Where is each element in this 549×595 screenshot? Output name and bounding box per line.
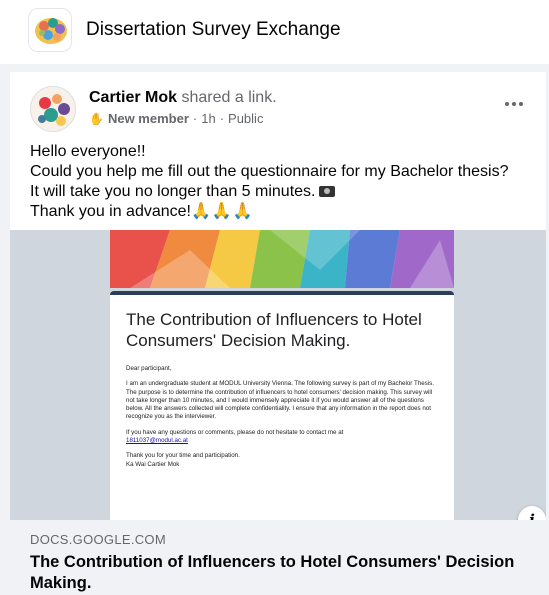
shared-action-text: shared a link. (181, 89, 277, 106)
post-meta: ✋ New member · 1h · Public (89, 111, 263, 126)
form-signoff: Thank you for your time and participatio… (126, 452, 240, 468)
group-name[interactable]: Dissertation Survey Exchange (86, 19, 341, 41)
post-card: Cartier Mok shared a link. ✋ New member … (10, 72, 546, 592)
post-line: Thank you in advance!🙏🙏🙏 (30, 203, 254, 220)
more-options-button[interactable] (500, 94, 528, 114)
form-banner-image (110, 230, 454, 288)
post-line: Hello everyone!! (30, 143, 146, 160)
brain-logo-icon[interactable] (28, 8, 72, 52)
post-text: Hello everyone!! Could you help me fill … (30, 142, 540, 222)
poster-line: Cartier Mok shared a link. (89, 89, 277, 107)
link-info[interactable]: DOCS.GOOGLE.COM The Contribution of Infl… (10, 520, 546, 592)
meta-separator: · (219, 111, 225, 126)
form-preview-card: The Contribution of Influencers to Hotel… (110, 291, 454, 520)
form-greeting: Dear participant, (126, 365, 172, 372)
post-line: It will take you no longer than 5 minute… (30, 182, 540, 202)
post-time[interactable]: 1h (201, 111, 215, 126)
avatar[interactable] (30, 86, 76, 132)
form-intro: I am an undergraduate student at MODUL U… (126, 380, 434, 421)
link-title[interactable]: The Contribution of Influencers to Hotel… (30, 552, 520, 592)
link-domain: DOCS.GOOGLE.COM (30, 532, 166, 547)
more-options-icon (505, 102, 509, 106)
form-title: The Contribution of Influencers to Hotel… (126, 310, 422, 350)
link-preview-image[interactable]: The Contribution of Influencers to Hotel… (10, 230, 546, 520)
camera-icon (318, 186, 335, 197)
post-line: Could you help me fill out the questionn… (30, 163, 509, 180)
group-header: Dissertation Survey Exchange (0, 0, 549, 64)
meta-separator: · (192, 111, 198, 126)
poster-name[interactable]: Cartier Mok (89, 89, 177, 106)
member-badge: New member (107, 111, 189, 126)
post-visibility: Public (228, 111, 264, 126)
form-contact: If you have any questions or comments, p… (126, 428, 344, 445)
form-email-link: 1811037@modul.ac.at (126, 437, 188, 445)
wave-icon: ✋ (89, 111, 104, 126)
praying-hands-icon: 🙏🙏🙏 (191, 203, 254, 220)
